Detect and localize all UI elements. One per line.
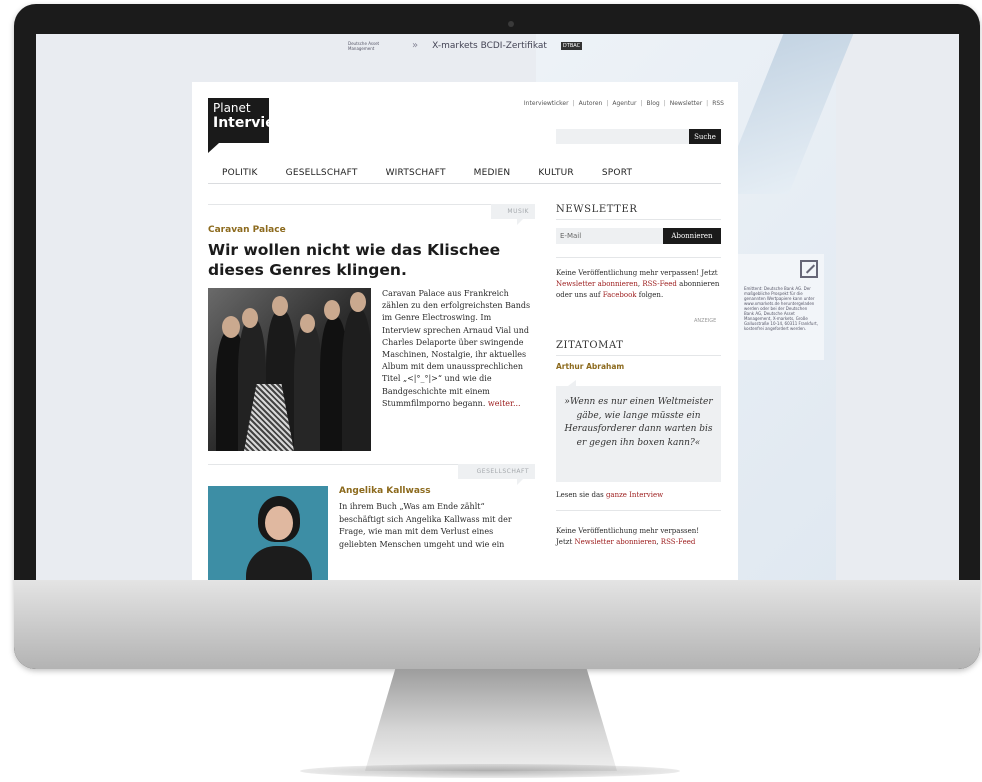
- article-photo-angelika[interactable]: [208, 486, 328, 580]
- newsletter-title: NEWSLETTER: [556, 204, 638, 215]
- photo-figure: [294, 323, 322, 451]
- promo-text: Jetzt: [556, 538, 573, 546]
- article-teaser-text: Caravan Palace aus Frankreich zählen zu …: [382, 289, 531, 408]
- rss-feed-link[interactable]: RSS-Feed: [661, 538, 696, 546]
- logo-line2: Interview: [213, 115, 288, 131]
- stand-shadow: [300, 764, 680, 778]
- monitor-stand: [365, 669, 617, 771]
- category-tag-musik[interactable]: MUSIK: [491, 204, 535, 225]
- search-bar: Suche: [556, 129, 721, 144]
- nav-item-wirtschaft[interactable]: WIRTSCHAFT: [386, 168, 446, 178]
- photo-head: [242, 308, 258, 328]
- toplink-rss[interactable]: RSS: [712, 100, 724, 107]
- search-button[interactable]: Suche: [689, 129, 721, 144]
- screen: Deutsche Asset Management » X-markets BC…: [36, 34, 959, 580]
- subscribe-button[interactable]: Abonnieren: [663, 228, 721, 244]
- separator: |: [663, 100, 666, 107]
- product-label: X-markets BCDI-Zertifikat: [432, 40, 547, 51]
- full-interview-link[interactable]: ganze Interview: [606, 491, 663, 499]
- section-rule: [556, 219, 721, 220]
- side-ad-text: Emittent: Deutsche Bank AG. Der maßgebli…: [744, 286, 818, 331]
- photo-body: [246, 546, 312, 580]
- photo-head: [222, 316, 240, 338]
- bottom-promo: Keine Veröffentlichung mehr verpassen! J…: [556, 526, 726, 548]
- article-teaser: Caravan Palace aus Frankreich zählen zu …: [382, 288, 532, 410]
- newsletter-form: E-Mail Abonnieren: [556, 228, 721, 244]
- photo-figure: [342, 309, 371, 451]
- quote-link-prefix: Lesen sie das: [556, 491, 604, 499]
- category-tag-gesellschaft[interactable]: GESELLSCHAFT: [458, 464, 535, 485]
- page: Planet Interview Interviewticker | Autore…: [192, 82, 738, 580]
- photo-head: [272, 296, 288, 316]
- nav-item-medien[interactable]: MEDIEN: [474, 168, 511, 178]
- article-teaser-text: In ihrem Buch „Was am Ende zählt“ beschä…: [339, 502, 512, 549]
- side-ad[interactable]: Emittent: Deutsche Bank AG. Der maßgebli…: [738, 254, 824, 360]
- nav-item-politik[interactable]: POLITIK: [222, 168, 258, 178]
- logo-tail: [208, 143, 219, 153]
- article-headline[interactable]: Wir wollen nicht wie das Klischee dieses…: [208, 240, 528, 280]
- zitatomat-title: ZITATOMAT: [556, 340, 624, 351]
- chevron-right-icon: »: [412, 40, 419, 51]
- section-rule: [556, 257, 721, 258]
- facebook-link[interactable]: Facebook: [603, 291, 637, 299]
- separator: |: [640, 100, 643, 107]
- quote-box: »Wenn es nur einen Weltmeister gäbe, wie…: [556, 380, 721, 482]
- section-rule: [556, 510, 721, 511]
- search-input[interactable]: [556, 129, 689, 144]
- top-banner-ad[interactable]: Deutsche Asset Management » X-markets BC…: [348, 40, 583, 51]
- monitor-chin: [14, 580, 980, 669]
- photo-face: [265, 506, 293, 540]
- newsletter-subscribe-link[interactable]: Newsletter abonnieren: [556, 280, 638, 288]
- promo-sep: ,: [637, 280, 641, 288]
- quote-author-link[interactable]: Arthur Abraham: [556, 362, 624, 371]
- newsletter-promo: Keine Veröffentlichung mehr verpassen! J…: [556, 268, 726, 301]
- planet-interview-logo[interactable]: Planet Interview: [208, 98, 288, 143]
- quote-read-more: Lesen sie das ganze Interview: [556, 491, 663, 499]
- toplink-autoren[interactable]: Autoren: [579, 100, 603, 107]
- article-photo-band[interactable]: [208, 288, 371, 451]
- separator: |: [606, 100, 609, 107]
- deutsche-bank-logo-icon: [800, 260, 818, 278]
- toplink-blog[interactable]: Blog: [646, 100, 659, 107]
- photo-head: [300, 314, 315, 333]
- nav-item-gesellschaft[interactable]: GESELLSCHAFT: [286, 168, 358, 178]
- main-nav: POLITIK GESELLSCHAFT WIRTSCHAFT MEDIEN K…: [222, 168, 660, 178]
- separator: |: [706, 100, 709, 107]
- camera-dot: [508, 21, 514, 27]
- toplink-newsletter[interactable]: Newsletter: [670, 100, 702, 107]
- promo-text: Keine Veröffentlichung mehr verpassen!: [556, 527, 700, 535]
- nav-divider: [208, 183, 721, 184]
- read-more-link[interactable]: weiter...: [488, 399, 521, 408]
- nav-item-kultur[interactable]: KULTUR: [538, 168, 574, 178]
- article-kicker[interactable]: Angelika Kallwass: [339, 486, 431, 496]
- promo-text: Keine Veröffentlichung mehr verpassen! J…: [556, 269, 718, 277]
- toplink-agentur[interactable]: Agentur: [612, 100, 636, 107]
- ad-label: ANZEIGE: [694, 318, 717, 324]
- article-rule: [208, 204, 491, 205]
- promo-text: folgen.: [638, 291, 664, 299]
- article-rule: [208, 464, 458, 465]
- email-field[interactable]: E-Mail: [556, 228, 663, 244]
- photo-head: [324, 300, 340, 320]
- top-links: Interviewticker | Autoren | Agentur | Blog |…: [524, 100, 724, 107]
- dam-label: Deutsche Asset Management: [348, 40, 380, 51]
- rss-feed-link[interactable]: RSS-Feed: [642, 280, 677, 288]
- article-kicker[interactable]: Caravan Palace: [208, 225, 286, 235]
- photo-head: [350, 292, 366, 312]
- newsletter-subscribe-link[interactable]: Newsletter abonnieren: [575, 538, 657, 546]
- section-rule: [556, 355, 721, 356]
- product-tag: DTBAC: [560, 41, 583, 50]
- nav-item-sport[interactable]: SPORT: [602, 168, 632, 178]
- separator: |: [572, 100, 575, 107]
- toplink-interviewticker[interactable]: Interviewticker: [524, 100, 569, 107]
- logo-line1: Planet: [213, 101, 251, 115]
